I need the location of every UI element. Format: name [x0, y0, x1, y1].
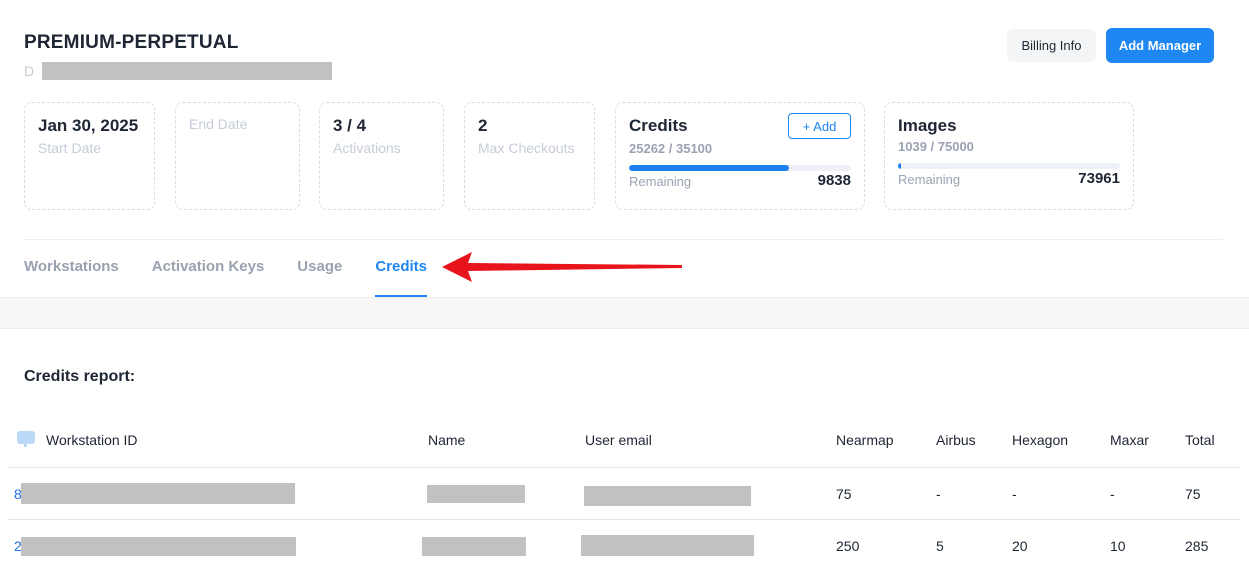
images-progress-bar [898, 163, 1120, 169]
images-remaining-label: Remaining [898, 172, 961, 187]
add-manager-button[interactable]: Add Manager [1106, 28, 1214, 63]
images-remaining-value: 73961 [1078, 170, 1120, 187]
billing-info-button[interactable]: Billing Info [1007, 29, 1096, 62]
total-cell: 75 [1185, 486, 1201, 502]
section-separator [0, 297, 1249, 329]
start-date-value: Jan 30, 2025 [38, 116, 139, 135]
tab-usage[interactable]: Usage [297, 258, 342, 297]
column-nearmap[interactable]: Nearmap [836, 432, 894, 448]
redacted-block [422, 537, 526, 556]
redacted-block [584, 486, 751, 506]
table-header: Workstation ID Name User email Nearmap A… [8, 424, 1240, 468]
credits-progress-fill [629, 165, 789, 171]
redacted-block [21, 537, 296, 556]
images-progress-fill [898, 163, 902, 169]
tab-bar: Workstations Activation Keys Usage Credi… [24, 258, 460, 297]
column-airbus[interactable]: Airbus [936, 432, 976, 448]
table-row: 8 75 - - - 75 [8, 468, 1240, 520]
tab-workstations[interactable]: Workstations [24, 258, 119, 297]
max-checkouts-label: Max Checkouts [478, 140, 575, 156]
start-date-label: Start Date [38, 140, 102, 156]
column-hexagon[interactable]: Hexagon [1012, 432, 1068, 448]
plan-subtitle-initial: D [24, 63, 35, 79]
credits-usage: 25262 / 35100 [629, 141, 713, 156]
airbus-cell: - [936, 486, 941, 502]
column-total[interactable]: Total [1185, 432, 1215, 448]
red-arrow-icon [442, 252, 682, 282]
images-usage: 1039 / 75000 [898, 139, 974, 154]
end-date-card: End Date [175, 102, 300, 210]
hexagon-cell: 20 [1012, 538, 1028, 554]
chat-bubble-icon[interactable] [16, 430, 36, 448]
tab-activation-keys[interactable]: Activation Keys [152, 258, 265, 297]
credits-progress-bar [629, 165, 851, 171]
activations-card: 3 / 4 Activations [319, 102, 444, 210]
airbus-cell: 5 [936, 538, 944, 554]
redacted-block [42, 62, 333, 80]
nearmap-cell: 75 [836, 486, 852, 502]
redacted-block [427, 485, 525, 503]
maxar-cell: 10 [1110, 538, 1126, 554]
report-title: Credits report: [24, 368, 136, 385]
activations-value: 3 / 4 [333, 116, 367, 135]
divider [24, 239, 1223, 240]
nearmap-cell: 250 [836, 538, 860, 554]
column-name[interactable]: Name [428, 432, 465, 448]
activations-label: Activations [333, 140, 401, 156]
start-date-card: Jan 30, 2025 Start Date [24, 102, 155, 210]
total-cell: 285 [1185, 538, 1209, 554]
plan-subtitle: D [24, 62, 333, 80]
hexagon-cell: - [1012, 486, 1017, 502]
plan-title: PREMIUM-PERPETUAL [24, 32, 239, 53]
tab-credits[interactable]: Credits [375, 258, 427, 297]
table-row: 2 250 5 20 10 285 [8, 520, 1240, 572]
redacted-block [581, 535, 754, 556]
max-checkouts-value: 2 [478, 116, 488, 135]
max-checkouts-card: 2 Max Checkouts [464, 102, 595, 210]
end-date-label: End Date [189, 116, 248, 132]
redacted-block [21, 483, 295, 504]
add-credits-button[interactable]: + Add [788, 113, 851, 139]
credits-title: Credits [629, 116, 688, 135]
column-maxar[interactable]: Maxar [1110, 432, 1149, 448]
images-card: Images 1039 / 75000 Remaining 73961 [884, 102, 1134, 210]
credits-remaining-value: 9838 [817, 172, 851, 189]
column-workstation-id[interactable]: Workstation ID [46, 432, 138, 448]
credits-card: Credits + Add 25262 / 35100 Remaining 98… [615, 102, 865, 210]
credits-remaining-label: Remaining [629, 174, 692, 189]
maxar-cell: - [1110, 486, 1115, 502]
license-header: PREMIUM-PERPETUAL D Billing Info Add Man… [0, 0, 1249, 297]
images-title: Images [898, 116, 957, 135]
column-user-email[interactable]: User email [585, 432, 652, 448]
